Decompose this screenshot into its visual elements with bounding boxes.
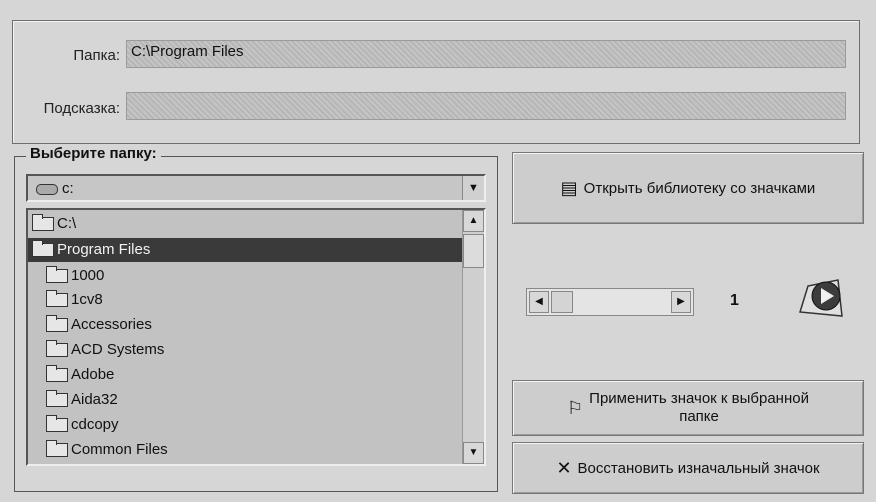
scroll-thumb[interactable] <box>463 234 484 268</box>
list-item-label: Common Files <box>71 441 168 458</box>
folder-info-group <box>12 20 860 144</box>
folder-icon <box>46 390 68 408</box>
icon-index: 1 <box>730 292 739 309</box>
folder-icon <box>46 290 68 308</box>
library-icon: ▤ <box>560 177 578 198</box>
list-item-label: Program Files <box>57 241 151 258</box>
list-item-label: cdcopy <box>71 416 119 433</box>
list-item[interactable]: cdcopy <box>28 413 464 437</box>
apply-icon: ⚐ <box>567 397 584 418</box>
apply-icon-button[interactable]: ⚐ Применить значок к выбранной папке <box>512 380 864 436</box>
folder-icon <box>46 440 68 458</box>
hint-label: Подсказка: <box>43 100 120 117</box>
open-library-button[interactable]: ▤ Открыть библиотеку со значками <box>512 152 864 224</box>
next-icon[interactable] <box>796 272 846 328</box>
list-item[interactable]: Program Files <box>28 238 464 262</box>
list-item-label: ACD Systems <box>71 341 165 358</box>
list-item-label: Accessories <box>71 316 152 333</box>
list-item[interactable]: 1cv8 <box>28 288 464 312</box>
restore-label: Восстановить изначальный значок <box>577 459 820 477</box>
list-item[interactable]: Aida32 <box>28 388 464 412</box>
list-item-label: 1000 <box>71 267 105 284</box>
scroll-up-button[interactable]: ▲ <box>463 210 484 232</box>
select-folder-title: Выберите папку: <box>26 145 161 162</box>
close-icon: ✕ <box>556 457 572 478</box>
list-item-label: C:\ <box>57 215 77 232</box>
open-folder-icon <box>32 214 54 232</box>
drive-icon <box>36 183 58 195</box>
folder-field[interactable]: C:\Program Files <box>126 40 846 68</box>
folder-icon <box>46 365 68 383</box>
folder-list-scrollbar[interactable]: ▲ ▼ <box>462 210 484 464</box>
folder-icon <box>46 315 68 333</box>
folder-listbox[interactable]: C:\ Program Files 1000 1cv8 Accessories … <box>26 208 486 466</box>
scroll-thumb[interactable] <box>551 291 573 313</box>
folder-label: Папка: <box>73 47 120 64</box>
list-item[interactable]: Adobe <box>28 363 464 387</box>
scroll-right-button[interactable]: ▶ <box>671 291 691 313</box>
apply-label-line1: Применить значок к выбранной <box>589 390 809 407</box>
icon-scrollbar[interactable]: ◀ ▶ <box>526 288 694 316</box>
drive-label: c: <box>62 180 74 197</box>
list-item-label: 1cv8 <box>71 291 103 308</box>
list-item[interactable]: C:\ <box>28 212 464 236</box>
drive-combobox-value: c: <box>36 180 74 197</box>
list-item[interactable]: 1000 <box>28 264 464 288</box>
scroll-down-button[interactable]: ▼ <box>463 442 484 464</box>
open-folder-icon <box>32 240 54 258</box>
apply-label-wrap: Применить значок к выбранной папке <box>589 390 809 426</box>
list-item-label: Adobe <box>71 366 115 383</box>
folder-icon <box>46 266 68 284</box>
folder-icon <box>46 415 68 433</box>
restore-icon-button[interactable]: ✕ Восстановить изначальный значок <box>512 442 864 494</box>
combobox-dropdown-button[interactable]: ▼ <box>462 176 484 200</box>
folder-icon <box>46 340 68 358</box>
list-item-label: Aida32 <box>71 391 118 408</box>
apply-label-line2: папке <box>679 408 719 425</box>
drive-combobox[interactable]: c: ▼ <box>26 174 486 202</box>
list-item[interactable]: Common Files <box>28 438 464 462</box>
list-item[interactable]: Accessories <box>28 313 464 337</box>
list-item[interactable]: ACD Systems <box>28 338 464 362</box>
scroll-left-button[interactable]: ◀ <box>529 291 549 313</box>
hint-field[interactable] <box>126 92 846 120</box>
open-library-label: Открыть библиотеку со значками <box>583 179 816 197</box>
